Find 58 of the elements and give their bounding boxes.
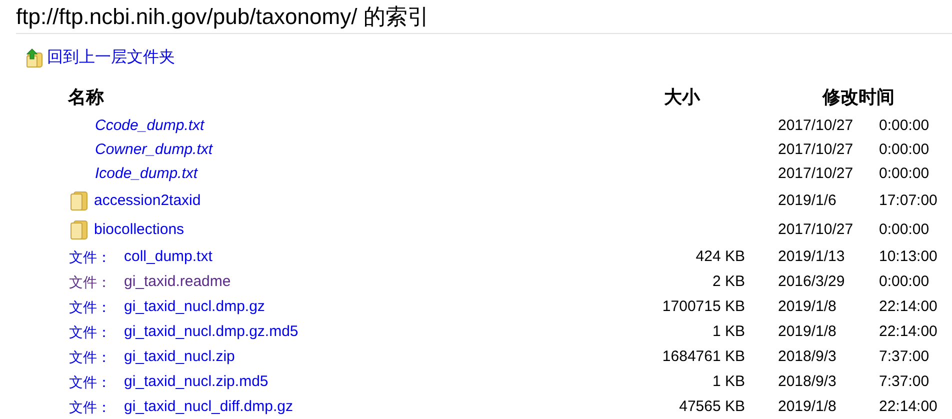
modified-time: 22:14:00 (879, 322, 938, 342)
modified-date: 2017/10/27 (778, 220, 854, 240)
file-size: 2 KB (712, 272, 745, 290)
file-label: 文件： (69, 272, 112, 292)
modified-date: 2017/10/27 (778, 116, 854, 136)
folder-link[interactable]: accession2taxid (94, 190, 201, 212)
modified-time: 10:13:00 (879, 246, 938, 267)
modified-date: 2016/3/29 (778, 272, 846, 292)
file-link[interactable]: gi_taxid_nucl_diff.dmp.gz (124, 396, 293, 418)
modified-time: 17:07:00 (879, 190, 938, 211)
modified-date: 2019/1/6 (778, 190, 838, 211)
modified-time: 0:00:00 (879, 164, 930, 184)
folder-link[interactable]: biocollections (94, 218, 184, 242)
file-link[interactable]: gi_taxid_nucl.dmp.gz.md5 (124, 320, 298, 344)
modified-date: 2018/9/3 (778, 346, 838, 367)
file-link[interactable]: gi_taxid_nucl.dmp.gz (124, 296, 265, 318)
file-link[interactable]: gi_taxid_nucl.zip.md5 (124, 370, 268, 394)
file-label: 文件： (69, 372, 112, 392)
file-size: 1 KB (712, 372, 745, 390)
file-link[interactable]: Cowner_dump.txt (95, 141, 213, 158)
modified-date: 2019/1/13 (778, 246, 846, 267)
parent-folder-link[interactable]: 回到上一层文件夹 (47, 46, 175, 70)
file-size: 1 KB (712, 322, 745, 340)
modified-date: 2017/10/27 (778, 140, 854, 160)
file-label: 文件： (69, 322, 112, 342)
modified-time: 0:00:00 (879, 220, 930, 240)
modified-time: 7:37:00 (879, 372, 930, 392)
folder-up-icon (25, 48, 43, 68)
file-link[interactable]: gi_taxid_nucl.zip (124, 346, 235, 368)
column-header: 大小 (664, 86, 700, 106)
file-label: 文件： (69, 348, 112, 366)
file-link[interactable]: Icode_dump.txt (95, 165, 198, 182)
file-link[interactable]: coll_dump.txt (124, 246, 212, 268)
file-size: 1684761 KB (662, 348, 745, 365)
file-size: 47565 KB (679, 398, 745, 415)
file-label: 文件： (69, 298, 112, 316)
page-title: ftp://ftp.ncbi.nih.gov/pub/taxonomy/ 的索引 (16, 4, 430, 29)
column-header: 名称 (68, 86, 104, 106)
modified-time: 0:00:00 (879, 116, 930, 136)
file-label: 文件： (69, 248, 112, 266)
column-header: 修改时间 (822, 86, 894, 106)
file-size: 424 KB (696, 248, 745, 265)
file-size: 1700715 KB (662, 298, 745, 315)
modified-date: 2019/1/8 (778, 396, 838, 417)
modified-time: 7:37:00 (879, 346, 930, 367)
folder-icon (70, 191, 88, 211)
modified-time: 22:14:00 (879, 296, 938, 317)
file-link[interactable]: gi_taxid.readme (124, 270, 231, 294)
modified-date: 2018/9/3 (778, 372, 838, 392)
file-link[interactable]: Ccode_dump.txt (95, 117, 204, 134)
modified-date: 2019/1/8 (778, 296, 838, 317)
modified-time: 0:00:00 (879, 140, 930, 160)
modified-time: 0:00:00 (879, 272, 930, 292)
modified-date: 2019/1/8 (778, 322, 838, 342)
file-label: 文件： (69, 398, 112, 416)
modified-time: 22:14:00 (879, 396, 938, 417)
modified-date: 2017/10/27 (778, 164, 854, 184)
folder-icon (70, 220, 88, 240)
